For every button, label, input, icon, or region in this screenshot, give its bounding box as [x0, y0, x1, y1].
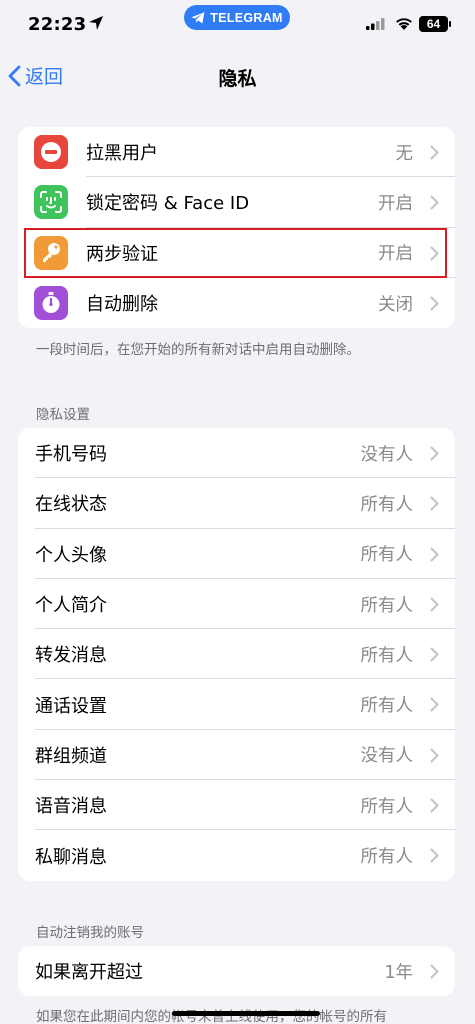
- row-label: 通话设置: [35, 695, 107, 717]
- privacy-row-calls[interactable]: 通话设置 所有人: [18, 679, 455, 730]
- row-label: 两步验证: [86, 243, 158, 265]
- privacy-row-profile-photo[interactable]: 个人头像 所有人: [18, 529, 455, 579]
- row-value: 开启: [378, 193, 413, 214]
- row-value: 1年: [384, 962, 413, 983]
- privacy-row-groups-channels[interactable]: 群组频道 没有人: [18, 730, 455, 781]
- home-indicator: [172, 1011, 320, 1016]
- battery-indicator: 64: [419, 16, 451, 32]
- chevron-right-icon: [430, 597, 439, 612]
- chevron-right-icon: [430, 195, 439, 210]
- row-label: 自动删除: [86, 294, 158, 316]
- chevron-right-icon: [430, 446, 439, 461]
- two-step-verification-row[interactable]: 两步验证 开启: [18, 228, 455, 278]
- chevron-right-icon: [430, 145, 439, 160]
- cellular-signal-icon: [366, 18, 385, 30]
- row-value: 所有人: [360, 696, 414, 717]
- row-label: 个人简介: [35, 595, 107, 617]
- blocked-icon: [34, 135, 68, 169]
- location-arrow-icon: [89, 16, 103, 30]
- account-section-header: 自动注销我的账号: [36, 925, 144, 941]
- chevron-right-icon: [430, 647, 439, 662]
- security-group: 拉黑用户 无 锁定密码 & Face ID 开启 两步验证 开启 自动删除 关闭: [18, 127, 455, 329]
- chevron-right-icon: [430, 964, 439, 979]
- row-value: 所有人: [360, 595, 414, 616]
- row-label: 拉黑用户: [86, 143, 158, 165]
- telegram-pill-label: TELEGRAM: [210, 10, 283, 25]
- privacy-row-private-messages[interactable]: 私聊消息 所有人: [18, 830, 455, 880]
- row-label: 锁定密码 & Face ID: [86, 193, 250, 215]
- face-id-icon: [34, 185, 68, 220]
- row-value: 没有人: [360, 444, 414, 465]
- row-label: 如果离开超过: [35, 962, 143, 984]
- timer-icon: [34, 285, 68, 320]
- chevron-right-icon: [430, 798, 439, 813]
- privacy-row-voice-messages[interactable]: 语音消息 所有人: [18, 780, 455, 831]
- account-group: 如果离开超过 1年: [18, 946, 455, 997]
- privacy-section-header: 隐私设置: [36, 407, 90, 423]
- row-value: 无: [395, 143, 414, 164]
- row-label: 私聊消息: [35, 846, 107, 868]
- account-ttl-row[interactable]: 如果离开超过 1年: [18, 946, 455, 996]
- row-value: 所有人: [360, 847, 414, 868]
- privacy-row-forwarded-messages[interactable]: 转发消息 所有人: [18, 629, 455, 680]
- row-value: 所有人: [360, 645, 414, 666]
- row-value: 关闭: [378, 294, 413, 315]
- row-label: 在线状态: [35, 494, 107, 516]
- chevron-right-icon: [430, 296, 439, 311]
- chevron-right-icon: [430, 748, 439, 763]
- key-icon: [34, 235, 68, 270]
- wifi-icon: [396, 18, 412, 30]
- telegram-plane-icon: [191, 11, 205, 23]
- row-value: 所有人: [360, 545, 414, 566]
- row-value: 所有人: [360, 796, 414, 817]
- chevron-right-icon: [430, 697, 439, 712]
- chevron-right-icon: [430, 547, 439, 562]
- nav-bar: 返回 隐私: [0, 56, 475, 96]
- privacy-row-bio[interactable]: 个人简介 所有人: [18, 579, 455, 630]
- page-title: 隐私: [218, 68, 257, 90]
- blocked-users-row[interactable]: 拉黑用户 无: [18, 127, 455, 178]
- row-value: 开启: [378, 244, 413, 265]
- row-value: 没有人: [360, 746, 414, 767]
- row-label: 语音消息: [35, 796, 107, 818]
- chevron-right-icon: [430, 848, 439, 863]
- passcode-face-id-row[interactable]: 锁定密码 & Face ID 开启: [18, 177, 455, 228]
- chevron-right-icon: [430, 246, 439, 261]
- telegram-pill[interactable]: TELEGRAM: [184, 5, 290, 30]
- auto-delete-row[interactable]: 自动删除 关闭: [18, 278, 455, 328]
- privacy-row-phone[interactable]: 手机号码 没有人: [18, 428, 455, 479]
- row-label: 手机号码: [35, 444, 107, 466]
- chevron-right-icon: [430, 496, 439, 511]
- status-bar: 22:23 TELEGRAM 64: [0, 0, 475, 50]
- privacy-group: 手机号码 没有人 在线状态 所有人 个人头像 所有人 个人简介 所有人 转发消息…: [18, 428, 455, 881]
- row-label: 个人头像: [35, 544, 107, 566]
- row-label: 转发消息: [35, 645, 107, 667]
- row-value: 所有人: [360, 494, 414, 515]
- privacy-row-online-status[interactable]: 在线状态 所有人: [18, 478, 455, 529]
- row-label: 群组频道: [35, 745, 107, 767]
- status-time: 22:23: [28, 14, 87, 35]
- auto-delete-note: 一段时间后，在您开始的所有新对话中启用自动删除。: [36, 342, 360, 358]
